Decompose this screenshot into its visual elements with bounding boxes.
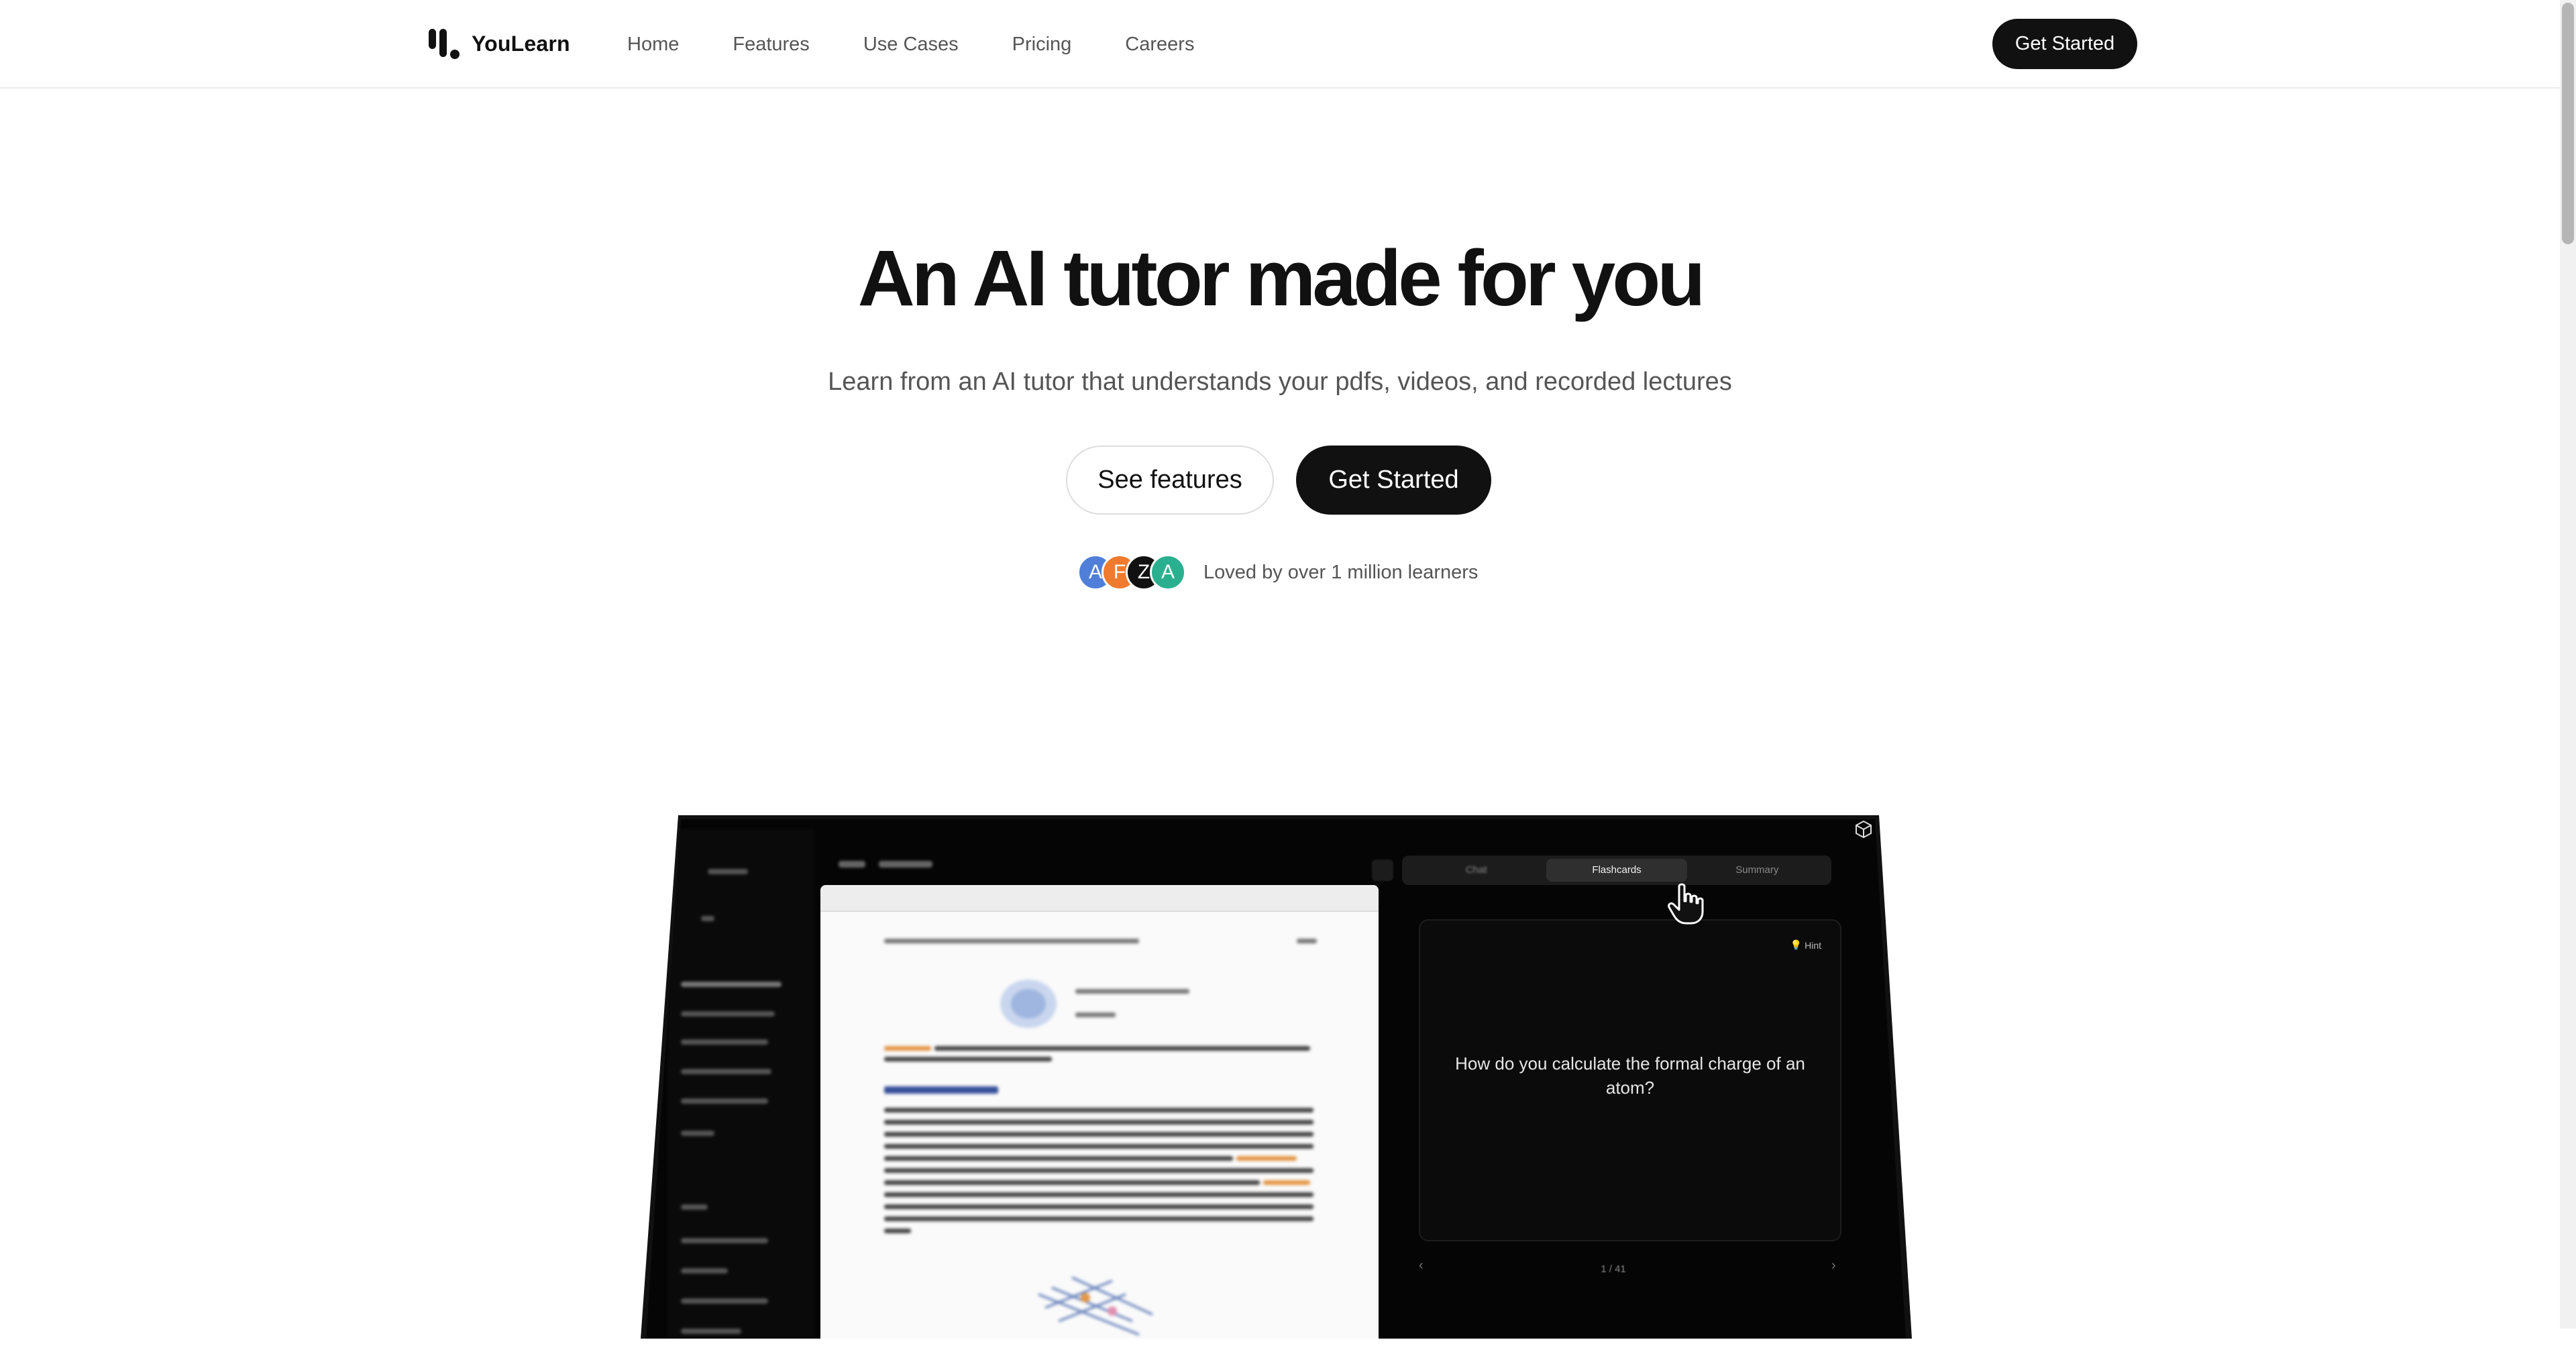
pdf-page-content — [820, 885, 1379, 1339]
cube-icon — [1856, 820, 1872, 839]
next-card-icon[interactable]: › — [1831, 1258, 1836, 1274]
hand-cursor-icon — [1668, 883, 1704, 925]
hero-buttons: See features Get Started — [1066, 446, 1491, 515]
device-screen: Chat Flashcards Summary 💡 Hint How do yo… — [646, 819, 1906, 1339]
social-proof-text: Loved by over 1 million learners — [1203, 561, 1479, 583]
avatar-letter: Z — [1137, 561, 1150, 583]
page-scrollbar[interactable] — [2560, 0, 2576, 1329]
avatar-stack: A F Z A — [1077, 554, 1186, 590]
hint-label: Hint — [1805, 939, 1821, 951]
social-proof: A F Z A Loved by over 1 million learners — [1077, 554, 1478, 590]
flashcard[interactable]: 💡 Hint How do you calculate the formal c… — [1419, 919, 1841, 1241]
study-tabs: Chat Flashcards Summary — [1402, 856, 1831, 885]
see-features-button[interactable]: See features — [1066, 446, 1274, 515]
lightbulb-icon: 💡 — [1790, 939, 1803, 950]
top-navbar: YouLearn Home Features Use Cases Pricing… — [0, 0, 2560, 89]
study-panel: Chat Flashcards Summary 💡 Hint How do yo… — [1372, 856, 1906, 1339]
close-panel-icon[interactable] — [1372, 860, 1393, 881]
nav-link-features[interactable]: Features — [733, 34, 809, 56]
nav-get-started-button[interactable]: Get Started — [1992, 19, 2137, 69]
tab-chat[interactable]: Chat — [1406, 859, 1546, 882]
flashcard-counter: 1 / 41 — [1601, 1263, 1626, 1275]
main-nav: Home Features Use Cases Pricing Careers — [627, 28, 1248, 60]
nav-link-use-cases[interactable]: Use Cases — [863, 34, 959, 56]
nav-link-home[interactable]: Home — [627, 34, 679, 56]
youlearn-logo-icon — [429, 29, 460, 59]
avatar-letter: A — [1161, 561, 1175, 583]
hero-title: An AI tutor made for you — [857, 234, 1706, 323]
avatar-letter: F — [1113, 561, 1126, 583]
tab-flashcards[interactable]: Flashcards — [1546, 859, 1687, 882]
app-preview-mockup: Chat Flashcards Summary 💡 Hint How do yo… — [641, 815, 1912, 1339]
avatar-letter: A — [1088, 561, 1102, 583]
brand-name: YouLearn — [472, 31, 570, 56]
flashcard-question: How do you calculate the formal charge o… — [1455, 1053, 1805, 1098]
scrollbar-thumb[interactable] — [2562, 3, 2574, 244]
nav-link-careers[interactable]: Careers — [1125, 34, 1194, 56]
tab-summary[interactable]: Summary — [1687, 859, 1827, 882]
brand-logo[interactable]: YouLearn — [427, 25, 570, 62]
app-sidebar — [667, 829, 815, 1339]
nav-link-pricing[interactable]: Pricing — [1012, 34, 1072, 56]
avatar: A — [1150, 554, 1186, 590]
get-started-button[interactable]: Get Started — [1296, 446, 1491, 515]
hero-subtitle: Learn from an AI tutor that understands … — [828, 368, 1732, 396]
pdf-viewer[interactable] — [820, 885, 1379, 1339]
hint-button[interactable]: 💡 Hint — [1790, 939, 1821, 951]
